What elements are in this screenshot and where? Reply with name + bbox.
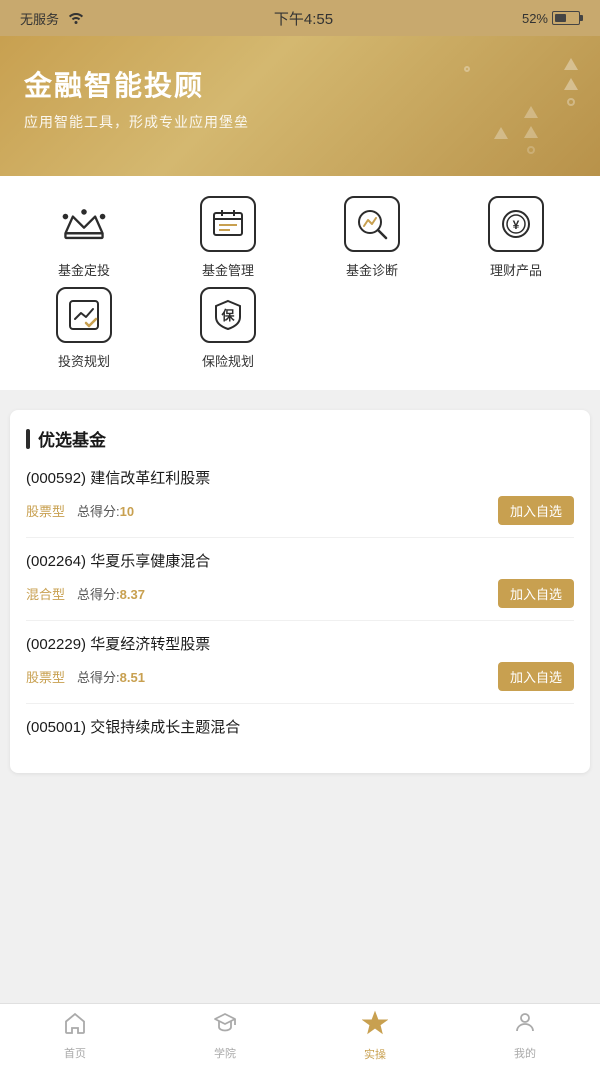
add-btn-002229[interactable]: 加入自选 <box>498 662 574 691</box>
deco-arrow-1 <box>492 125 510 146</box>
icon-label-fund-diagnose: 基金诊断 <box>346 260 398 279</box>
nav-item-practice[interactable]: 实操 <box>300 1004 450 1067</box>
svg-text:¥: ¥ <box>513 218 520 232</box>
status-bar: 无服务 下午4:55 52% <box>0 0 600 36</box>
nav-label-profile: 我的 <box>514 1045 536 1061</box>
divider <box>0 390 600 400</box>
fund-name-005001: (005001) 交银持续成长主题混合 <box>26 716 574 737</box>
fund-meta-left-002264: 混合型 总得分:8.37 <box>26 584 145 603</box>
carrier-label: 无服务 <box>20 9 59 28</box>
fund-item-002264: (002264) 华夏乐享健康混合 混合型 总得分:8.37 加入自选 <box>26 550 574 621</box>
icon-placeholder-3 <box>304 287 440 370</box>
icon-item-fund-fixed[interactable]: 基金定投 <box>16 196 152 279</box>
icon-label-insurance-plan: 保险规划 <box>202 351 254 370</box>
nav-item-home[interactable]: 首页 <box>0 1004 150 1067</box>
fund-item-002229: (002229) 华夏经济转型股票 股票型 总得分:8.51 加入自选 <box>26 633 574 704</box>
icon-label-invest-plan: 投资规划 <box>58 351 110 370</box>
coin-icon: ¥ <box>488 196 544 252</box>
hero-decoration-top <box>562 56 580 108</box>
icon-placeholder-4 <box>448 287 584 370</box>
fund-type-000592: 股票型 <box>26 501 65 520</box>
fund-name-000592: (000592) 建信改革红利股票 <box>26 467 574 488</box>
shield-icon: 保 <box>200 287 256 343</box>
fund-item-005001: (005001) 交银持续成长主题混合 <box>26 716 574 757</box>
add-btn-002264[interactable]: 加入自选 <box>498 579 574 608</box>
fund-score-000592: 总得分:10 <box>77 501 134 520</box>
fund-type-002229: 股票型 <box>26 667 65 686</box>
deco-dot-1 <box>464 66 470 72</box>
icon-item-fund-manage[interactable]: 基金管理 <box>160 196 296 279</box>
icon-grid-row1: 基金定投 基金管理 <box>16 196 584 279</box>
icon-label-fund-manage: 基金管理 <box>202 260 254 279</box>
fund-type-002264: 混合型 <box>26 584 65 603</box>
home-icon <box>63 1011 87 1041</box>
fund-meta-002264: 混合型 总得分:8.37 加入自选 <box>26 579 574 608</box>
nav-item-profile[interactable]: 我的 <box>450 1004 600 1067</box>
battery-icon <box>552 11 580 25</box>
status-time: 下午4:55 <box>274 8 333 29</box>
fund-meta-000592: 股票型 总得分:10 加入自选 <box>26 496 574 525</box>
calendar-icon <box>200 196 256 252</box>
graduation-icon <box>213 1011 237 1041</box>
icon-item-fund-diagnose[interactable]: 基金诊断 <box>304 196 440 279</box>
bottom-spacer <box>0 783 600 853</box>
icon-grid-row2: 投资规划 保 保险规划 <box>16 287 584 370</box>
title-bar-decoration <box>26 429 30 449</box>
fund-meta-left-000592: 股票型 总得分:10 <box>26 501 134 520</box>
add-btn-000592[interactable]: 加入自选 <box>498 496 574 525</box>
hero-title: 金融智能投顾 <box>24 64 576 104</box>
search-chart-icon <box>344 196 400 252</box>
fund-score-002229: 总得分:8.51 <box>77 667 145 686</box>
hero-banner: 金融智能投顾 应用智能工具，形成专业应用堡垒 <box>0 36 600 176</box>
nav-label-academy: 学院 <box>214 1045 236 1061</box>
nav-label-practice: 实操 <box>364 1046 386 1062</box>
star-icon <box>362 1010 388 1042</box>
fund-meta-left-002229: 股票型 总得分:8.51 <box>26 667 145 686</box>
fund-section: 优选基金 (000592) 建信改革红利股票 股票型 总得分:10 加入自选 (… <box>10 410 590 773</box>
nav-label-home: 首页 <box>64 1045 86 1061</box>
fund-item-000592: (000592) 建信改革红利股票 股票型 总得分:10 加入自选 <box>26 467 574 538</box>
icon-label-wealth-product: 理财产品 <box>490 260 542 279</box>
status-right: 52% <box>522 11 580 26</box>
bottom-nav: 首页 学院 实操 我的 <box>0 1003 600 1067</box>
icon-item-wealth-product[interactable]: ¥ 理财产品 <box>448 196 584 279</box>
icon-item-invest-plan[interactable]: 投资规划 <box>16 287 152 370</box>
wifi-icon <box>67 10 85 27</box>
fund-name-002229: (002229) 华夏经济转型股票 <box>26 633 574 654</box>
icon-item-insurance-plan[interactable]: 保 保险规划 <box>160 287 296 370</box>
section-title: 优选基金 <box>26 426 574 451</box>
status-left: 无服务 <box>20 9 85 28</box>
battery-percent: 52% <box>522 11 548 26</box>
icons-section: 基金定投 基金管理 <box>0 176 600 390</box>
crown-icon <box>56 196 112 252</box>
svg-text:保: 保 <box>220 308 235 323</box>
fund-section-title: 优选基金 <box>38 426 106 451</box>
hero-decoration-bottom <box>522 104 540 156</box>
fund-name-002264: (002264) 华夏乐享健康混合 <box>26 550 574 571</box>
icon-label-fund-fixed: 基金定投 <box>58 260 110 279</box>
chart-check-icon <box>56 287 112 343</box>
fund-score-002264: 总得分:8.37 <box>77 584 145 603</box>
person-icon <box>513 1011 537 1041</box>
nav-item-academy[interactable]: 学院 <box>150 1004 300 1067</box>
fund-meta-002229: 股票型 总得分:8.51 加入自选 <box>26 662 574 691</box>
